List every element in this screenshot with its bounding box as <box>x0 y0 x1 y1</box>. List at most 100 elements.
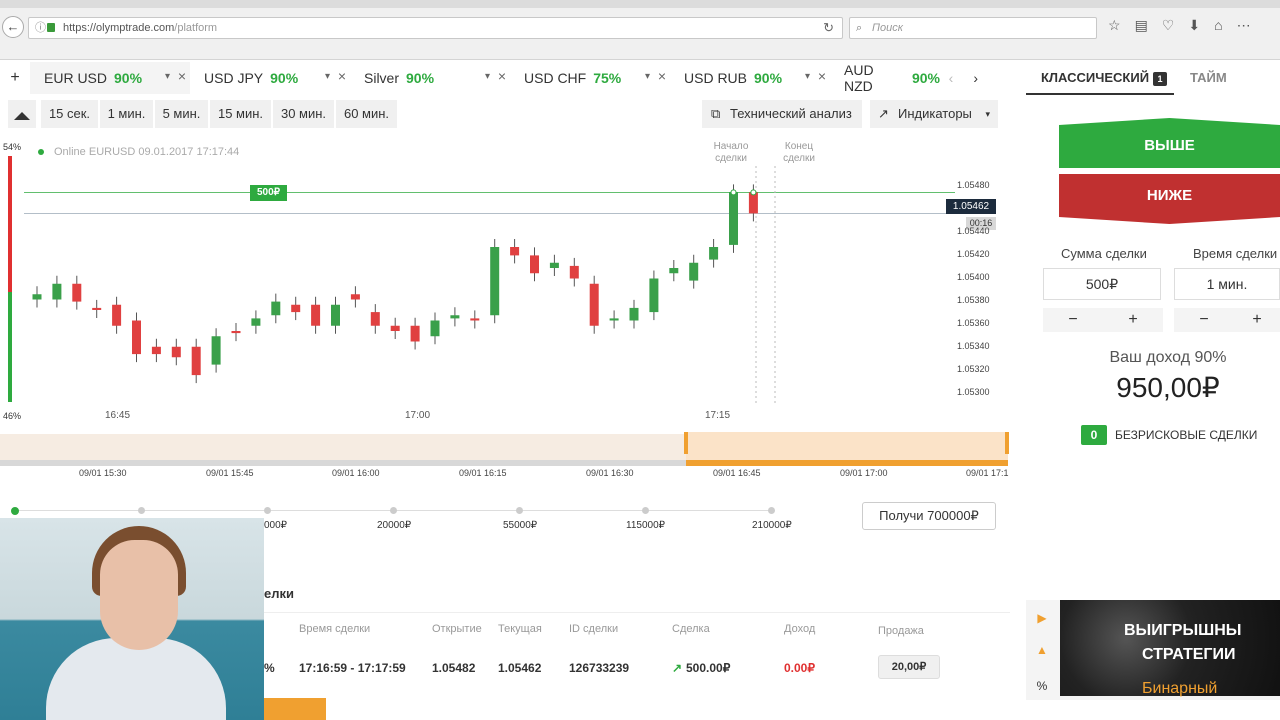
tab-classic[interactable]: КЛАССИЧЕСКИЙ 1 <box>1041 62 1168 94</box>
amount-minus-button[interactable]: − <box>1043 308 1103 332</box>
amount-plus-button[interactable]: + <box>1103 308 1163 332</box>
income-value: 950,00₽ <box>1116 372 1220 403</box>
close-icon[interactable]: × <box>818 68 826 84</box>
timeframe-button[interactable]: 1 мин. <box>100 100 154 128</box>
candle <box>530 255 539 274</box>
person-body <box>46 638 226 720</box>
play-icon[interactable]: ▶ <box>1032 608 1052 628</box>
time-input[interactable]: 1 мин. <box>1174 268 1280 300</box>
navigator-tick: 09/01 15:45 <box>206 468 254 478</box>
table-header: Открытие <box>432 623 482 635</box>
deal-open: 1.05482 <box>432 661 476 675</box>
chart-type-icon[interactable] <box>8 100 36 128</box>
y-tick: 1.05480 <box>957 180 990 190</box>
progress-value: 000₽ <box>264 520 288 531</box>
info-icon[interactable]: ⓘ <box>35 18 46 38</box>
chevron-down-icon[interactable]: ▾ <box>485 71 490 82</box>
navigator-tick: 09/01 15:30 <box>79 468 127 478</box>
chevron-down-icon[interactable]: ▾ <box>805 71 810 82</box>
trade-panel: КЛАССИЧЕСКИЙ 1 ТАЙМ ВЫШЕ НИЖЕ Сумма сделк… <box>1026 62 1280 562</box>
home-icon[interactable]: ⌂ <box>1214 17 1222 34</box>
browser-search-input[interactable]: ⌕ Поиск <box>849 17 1097 39</box>
time-navigator[interactable]: 09/01 15:30 09/01 15:45 09/01 16:00 09/0… <box>0 426 1010 486</box>
person-face <box>100 540 178 650</box>
y-tick: 1.05420 <box>957 249 990 259</box>
technical-analysis-button[interactable]: ⧉ Технический анализ <box>702 100 862 128</box>
candle <box>748 192 758 214</box>
get-bonus-button[interactable]: Получи 700000₽ <box>862 502 996 530</box>
navigator-tick: 09/01 17:1 <box>966 468 1009 478</box>
address-bar[interactable]: ⓘ https://olymptrade.com/platform ↻ <box>28 17 843 39</box>
percent-icon[interactable]: % <box>1032 676 1052 696</box>
down-button[interactable]: НИЖЕ <box>1059 174 1280 224</box>
asset-tab-eurusd[interactable]: EUR USD 90% ▾ × <box>30 62 190 94</box>
chevron-down-icon[interactable]: ▾ <box>165 71 170 82</box>
tabs-scroll-arrows[interactable]: ‹› <box>949 70 998 86</box>
close-icon[interactable]: × <box>178 68 186 84</box>
timeframe-button[interactable]: 15 мин. <box>210 100 272 128</box>
navigator-left-handle[interactable] <box>684 432 688 454</box>
asset-tab-audnzd[interactable]: AUD NZD 90% <box>830 62 940 94</box>
arrow-up-icon: ↗ <box>672 661 683 675</box>
table-header: Время сделки <box>299 623 371 635</box>
candle <box>211 336 221 365</box>
reload-icon[interactable]: ↻ <box>823 18 834 38</box>
close-icon[interactable]: × <box>658 68 666 84</box>
navigator-tick: 09/01 16:00 <box>332 468 380 478</box>
table-header: Продажа <box>878 625 924 637</box>
chevron-down-icon[interactable]: ▾ <box>325 71 330 82</box>
asset-tab-usdchf[interactable]: USD CHF 75% ▾ × <box>510 62 670 94</box>
hat-icon[interactable]: ▲ <box>1032 640 1052 660</box>
asset-tab-silver[interactable]: Silver 90% ▾ × <box>350 62 510 94</box>
progress-dot <box>264 507 271 514</box>
chevron-down-icon: ▾ <box>985 109 990 119</box>
close-icon[interactable]: × <box>498 68 506 84</box>
asset-name: AUD NZD <box>844 62 874 94</box>
timeframe-button[interactable]: 30 мин. <box>273 100 335 128</box>
navigator-tick: 09/01 16:15 <box>459 468 507 478</box>
riskfree-deals[interactable]: 0 БЕЗРИСКОВЫЕ СДЕЛКИ <box>1081 425 1257 445</box>
asset-tab-usdjpy[interactable]: USD JPY 90% ▾ × <box>190 62 350 94</box>
promo-banner[interactable]: ▶ ▲ % ВЫИГРЫШНЫ СТРАТЕГИИ Бинарный <box>1026 600 1280 700</box>
tab-classic-label: КЛАССИЧЕСКИЙ <box>1041 70 1150 85</box>
chevron-down-icon[interactable]: ▾ <box>645 71 650 82</box>
download-icon[interactable]: ⬇ <box>1188 17 1200 34</box>
navigator-scrollbar[interactable] <box>0 460 686 466</box>
candle <box>709 247 719 260</box>
navigator-tick: 09/01 17:00 <box>840 468 888 478</box>
trend-icon: ↗ <box>878 106 889 121</box>
table-header: Доход <box>784 623 816 635</box>
sell-button[interactable]: 20,00₽ <box>878 655 940 679</box>
price-chart[interactable]: 54% 46% Online EURUSD 09.01.2017 17:17:4… <box>0 136 1010 426</box>
clipboard-icon[interactable]: ▤ <box>1135 17 1148 34</box>
asset-name: USD CHF <box>524 70 587 86</box>
asset-tab-usdrub[interactable]: USD RUB 90% ▾ × <box>670 62 830 94</box>
time-plus-button[interactable]: + <box>1234 308 1280 332</box>
indicators-button[interactable]: ↗ Индикаторы ▾ <box>870 100 998 128</box>
candle <box>32 294 42 300</box>
navigator-scrollbar-thumb[interactable] <box>686 460 1008 466</box>
time-minus-button[interactable]: − <box>1174 308 1234 332</box>
up-button[interactable]: ВЫШЕ <box>1059 118 1280 168</box>
close-icon[interactable]: × <box>338 68 346 84</box>
back-arrow-icon[interactable]: ← <box>2 16 24 38</box>
navigator-right-handle[interactable] <box>1005 432 1009 454</box>
chevron-right-icon[interactable]: › <box>973 70 998 86</box>
menu-icon[interactable]: ⋯ <box>1237 17 1251 34</box>
candle <box>350 294 360 300</box>
timeframe-button[interactable]: 15 сек. <box>41 100 99 128</box>
amount-label: Сумма сделки <box>1061 246 1147 261</box>
progress-dot <box>768 507 775 514</box>
tab-time[interactable]: ТАЙМ <box>1190 62 1227 94</box>
timeframe-button[interactable]: 5 мин. <box>155 100 209 128</box>
pocket-icon[interactable]: ♡ <box>1162 17 1175 34</box>
amount-input[interactable]: 500₽ <box>1043 268 1161 300</box>
timeframe-button[interactable]: 60 мин. <box>336 100 398 128</box>
bookmark-star-icon[interactable]: ☆ <box>1108 17 1121 34</box>
asset-payout: 90% <box>754 70 783 86</box>
y-tick: 1.05360 <box>957 318 990 328</box>
add-asset-icon[interactable]: + <box>0 69 30 87</box>
browser-icon-group: ☆ ▤ ♡ ⬇ ⌂ ⋯ <box>1108 17 1251 34</box>
chevron-left-icon[interactable]: ‹ <box>949 70 974 86</box>
candle <box>569 265 579 279</box>
